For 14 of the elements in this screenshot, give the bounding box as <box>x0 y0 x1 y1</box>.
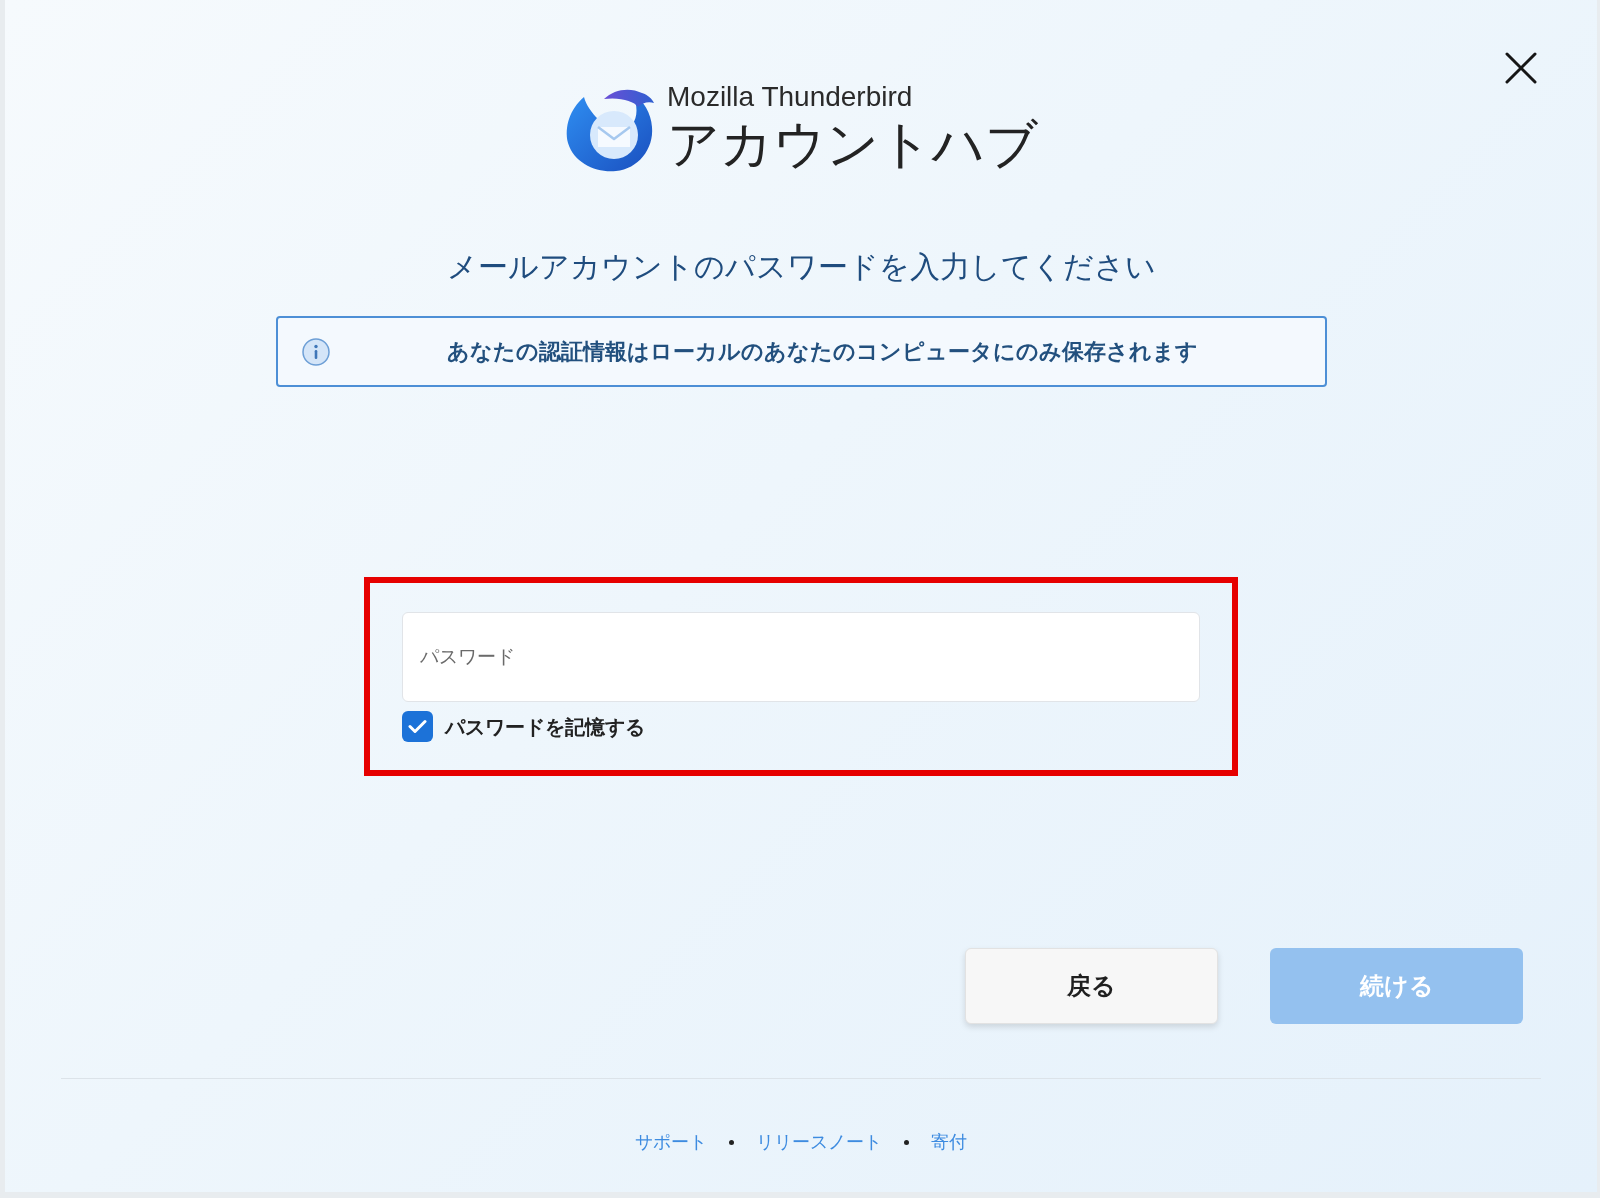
close-icon <box>1505 52 1537 84</box>
page-heading: メールアカウントのパスワードを入力してください <box>446 249 1156 285</box>
info-icon <box>301 337 330 366</box>
footer-link[interactable]: サポート <box>635 1129 707 1156</box>
brand-name: Mozilla Thunderbird <box>667 82 914 112</box>
checkmark-icon <box>408 719 427 734</box>
back-button[interactable]: 戻る <box>965 948 1218 1024</box>
info-text: あなたの認証情報はローカルのあなたのコンピュータにのみ保存されます <box>446 338 1198 366</box>
checkbox[interactable] <box>402 711 433 742</box>
footer-link[interactable]: リリースノート <box>756 1129 882 1156</box>
remember-password-label: パスワードを記憶する <box>445 714 645 740</box>
footer-link[interactable]: 寄付 <box>931 1129 967 1156</box>
app-title: アカウントハブ <box>667 114 1038 175</box>
password-field[interactable]: パスワード <box>402 612 1200 702</box>
